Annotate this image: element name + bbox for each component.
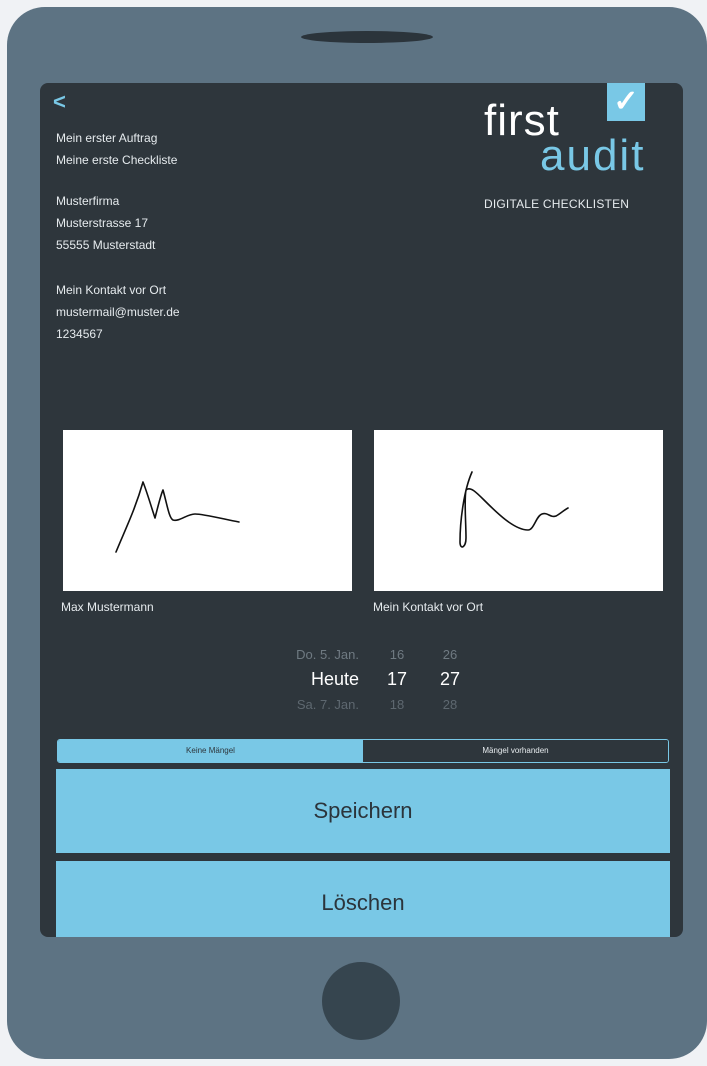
picker-hour: 17	[386, 669, 408, 689]
signature-drawing-auditor	[115, 481, 240, 553]
home-button[interactable]	[322, 962, 400, 1040]
picker-date: Heute	[310, 669, 359, 689]
signature-drawing-contact	[459, 471, 569, 548]
contact-phone: 1234567	[56, 327, 103, 341]
picker-row-previous[interactable]: Do. 5. Jan. 16 26	[240, 647, 500, 671]
tablet-frame: < Mein erster Auftrag Meine erste Checkl…	[7, 7, 707, 1059]
signature-label-auditor: Max Mustermann	[61, 600, 154, 614]
segment-defects-present[interactable]: Mängel vorhanden	[363, 740, 668, 762]
delete-button[interactable]: Löschen	[56, 861, 670, 937]
segment-no-defects[interactable]: Keine Mängel	[58, 740, 363, 762]
contact-email: mustermail@muster.de	[56, 305, 180, 319]
save-button[interactable]: Speichern	[56, 769, 670, 853]
back-button[interactable]: <	[53, 91, 66, 113]
order-name: Mein erster Auftrag	[56, 131, 158, 145]
picker-row-next[interactable]: Sa. 7. Jan. 18 28	[240, 697, 500, 721]
picker-date: Do. 5. Jan.	[296, 647, 359, 662]
logo-word-audit: audit	[540, 131, 646, 180]
app-screen: < Mein erster Auftrag Meine erste Checkl…	[40, 83, 683, 937]
checklist-name: Meine erste Checkliste	[56, 153, 178, 167]
contact-name: Mein Kontakt vor Ort	[56, 283, 167, 297]
checkmark-icon: ✓	[607, 83, 645, 121]
picker-row-selected[interactable]: Heute 17 27	[240, 669, 500, 693]
speaker-grille	[301, 31, 433, 43]
picker-minute: 28	[442, 697, 458, 712]
picker-hour: 18	[389, 697, 405, 712]
picker-hour: 16	[389, 647, 405, 662]
signature-pad-auditor[interactable]	[63, 430, 352, 591]
signature-pad-contact[interactable]	[374, 430, 663, 591]
signature-label-contact: Mein Kontakt vor Ort	[373, 600, 484, 614]
picker-minute: 27	[439, 669, 461, 689]
logo-tagline: DIGITALE CHECKLISTEN	[484, 197, 630, 211]
date-time-picker[interactable]: Do. 5. Jan. 16 26 Heute 17 27 Sa. 7. Jan…	[240, 639, 500, 729]
order-info: Mein erster Auftrag Meine erste Checklis…	[56, 127, 177, 171]
picker-date: Sa. 7. Jan.	[296, 697, 359, 712]
picker-minute: 26	[442, 647, 458, 662]
contact-info: Mein Kontakt vor Ort mustermail@muster.d…	[56, 279, 180, 345]
company-name: Musterfirma	[56, 194, 120, 208]
company-street: Musterstrasse 17	[56, 216, 149, 230]
company-city: 55555 Musterstadt	[56, 238, 156, 252]
first-audit-logo: ✓ first audit DIGITALE CHECKLISTEN	[482, 83, 682, 223]
defects-segmented-control: Keine Mängel Mängel vorhanden	[57, 739, 669, 763]
company-info: Musterfirma Musterstrasse 17 55555 Muste…	[56, 190, 155, 256]
